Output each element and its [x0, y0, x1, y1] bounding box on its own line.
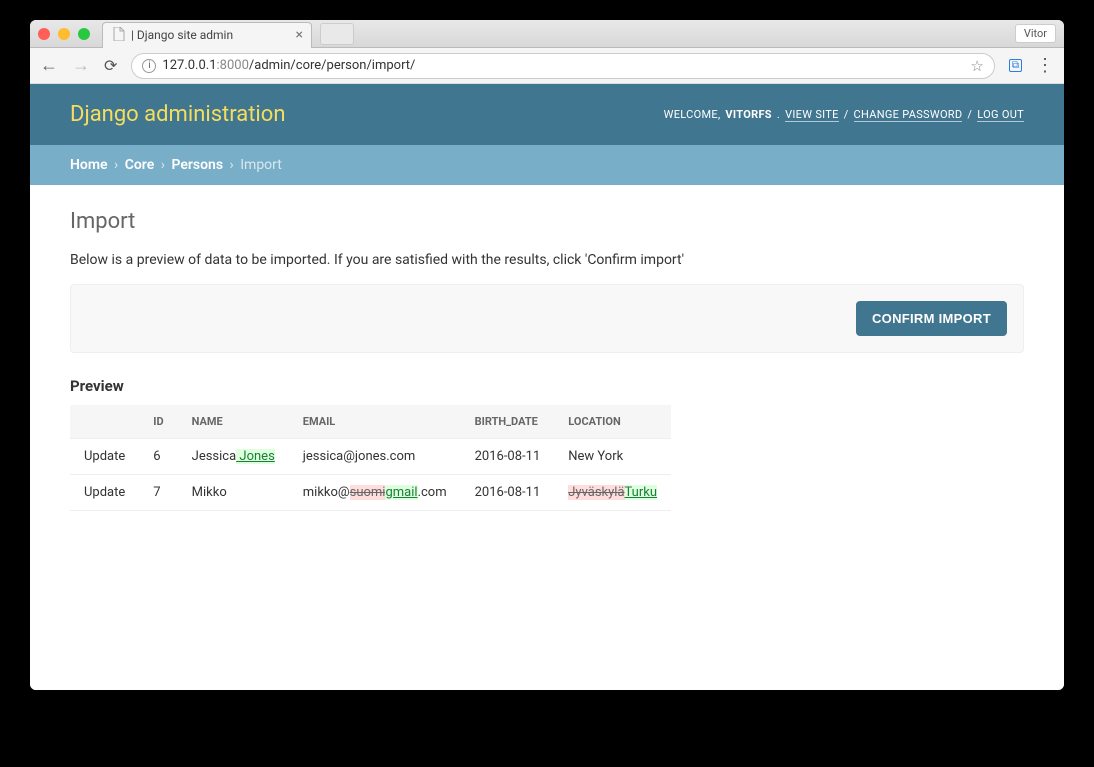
- user-tools: WELCOME, VITORFS. VIEW SITE / CHANGE PAS…: [664, 108, 1024, 122]
- django-header: Django administration WELCOME, VITORFS. …: [30, 84, 1064, 145]
- welcome-label: WELCOME,: [664, 108, 721, 121]
- page-title: Import: [70, 209, 1024, 234]
- chevron-right-icon: ›: [230, 157, 234, 173]
- table-row: Update 7 Mikko mikko@suomigmail.com 2016…: [70, 475, 671, 511]
- url-path: /admin/core/person/import/: [249, 58, 416, 73]
- browser-tab-strip: | Django site admin × Vitor: [30, 20, 1064, 48]
- sep: /: [844, 108, 849, 121]
- cell-action: Update: [70, 475, 139, 511]
- col-name: NAME: [178, 405, 289, 439]
- cell-email: jessica@jones.com: [289, 439, 461, 475]
- url-host: 127.0.0.1: [162, 58, 216, 73]
- view-site-link[interactable]: VIEW SITE: [785, 108, 839, 122]
- diff-unchanged: Jessica: [192, 449, 237, 464]
- logout-link[interactable]: LOG OUT: [977, 108, 1024, 122]
- sep: .: [777, 108, 780, 121]
- diff-unchanged: mikko@: [303, 485, 350, 500]
- extension-icon[interactable]: ⧉: [1009, 59, 1022, 72]
- cell-name: Jessica Jones: [178, 439, 289, 475]
- breadcrumb-current: Import: [240, 157, 282, 173]
- forward-button[interactable]: →: [72, 55, 90, 76]
- submit-row: CONFIRM IMPORT: [70, 284, 1024, 353]
- site-brand[interactable]: Django administration: [70, 102, 285, 127]
- close-window-icon[interactable]: [38, 28, 50, 40]
- table-row: Update 6 Jessica Jones jessica@jones.com…: [70, 439, 671, 475]
- cell-birth-date: 2016-08-11: [461, 439, 555, 475]
- cell-location: JyväskyläTurku: [554, 475, 671, 511]
- minimize-window-icon[interactable]: [58, 28, 70, 40]
- bookmark-icon[interactable]: ☆: [970, 57, 983, 75]
- reload-button[interactable]: ⟳: [104, 56, 117, 75]
- new-tab-button[interactable]: [320, 23, 354, 45]
- breadcrumb: Home › Core › Persons › Import: [30, 145, 1064, 185]
- browser-menu-icon[interactable]: ⋮: [1036, 55, 1054, 76]
- intro-text: Below is a preview of data to be importe…: [70, 252, 1024, 268]
- site-info-icon[interactable]: i: [142, 59, 156, 73]
- page-icon: [113, 27, 125, 44]
- col-action: [70, 405, 139, 439]
- cell-email: mikko@suomigmail.com: [289, 475, 461, 511]
- chevron-right-icon: ›: [114, 157, 118, 173]
- browser-window: | Django site admin × Vitor ← → ⟳ i 127.…: [30, 20, 1064, 690]
- change-password-link[interactable]: CHANGE PASSWORD: [854, 108, 963, 122]
- diff-delete: suomi: [350, 485, 386, 500]
- diff-insert: gmail: [385, 485, 417, 500]
- diff-insert: Turku: [625, 485, 657, 500]
- breadcrumb-persons[interactable]: Persons: [171, 157, 223, 173]
- breadcrumb-home[interactable]: Home: [70, 157, 108, 173]
- diff-insert: Jones: [236, 449, 275, 464]
- window-controls: [38, 28, 90, 40]
- browser-toolbar: ← → ⟳ i 127.0.0.1:8000/admin/core/person…: [30, 48, 1064, 84]
- profile-badge[interactable]: Vitor: [1015, 24, 1056, 43]
- cell-action: Update: [70, 439, 139, 475]
- col-location: LOCATION: [554, 405, 671, 439]
- page-content: Django administration WELCOME, VITORFS. …: [30, 84, 1064, 690]
- cell-name: Mikko: [178, 475, 289, 511]
- sep: /: [967, 108, 972, 121]
- cell-birth-date: 2016-08-11: [461, 475, 555, 511]
- address-bar[interactable]: i 127.0.0.1:8000/admin/core/person/impor…: [131, 53, 994, 79]
- col-id: ID: [139, 405, 177, 439]
- preview-table: ID NAME EMAIL BIRTH_DATE LOCATION Update…: [70, 405, 671, 511]
- cell-location: New York: [554, 439, 671, 475]
- confirm-import-button[interactable]: CONFIRM IMPORT: [856, 301, 1007, 336]
- content-area: Import Below is a preview of data to be …: [30, 185, 1064, 535]
- tab-title: | Django site admin: [131, 28, 233, 42]
- diff-delete: Jyväskylä: [568, 485, 624, 500]
- cell-id: 7: [139, 475, 177, 511]
- col-email: EMAIL: [289, 405, 461, 439]
- breadcrumb-core[interactable]: Core: [125, 157, 155, 173]
- username: VITORFS: [725, 108, 771, 121]
- preview-heading: Preview: [70, 377, 1024, 395]
- maximize-window-icon[interactable]: [78, 28, 90, 40]
- table-header-row: ID NAME EMAIL BIRTH_DATE LOCATION: [70, 405, 671, 439]
- col-birth-date: BIRTH_DATE: [461, 405, 555, 439]
- url-port: :8000: [217, 58, 249, 73]
- chevron-right-icon: ›: [161, 157, 165, 173]
- diff-unchanged: .com: [418, 485, 447, 500]
- cell-id: 6: [139, 439, 177, 475]
- close-tab-icon[interactable]: ×: [296, 27, 303, 43]
- back-button[interactable]: ←: [40, 55, 58, 76]
- browser-tab[interactable]: | Django site admin ×: [102, 22, 312, 48]
